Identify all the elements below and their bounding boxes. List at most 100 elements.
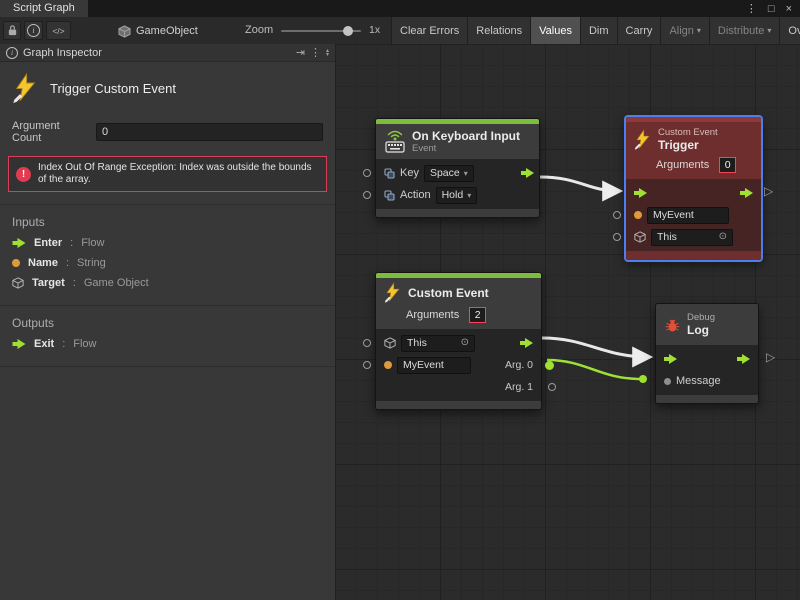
node-header: Custom Event bbox=[376, 278, 541, 304]
graph-canvas[interactable]: On Keyboard Input Event Key Space ▾ bbox=[335, 44, 800, 600]
flow-output-arrow[interactable] bbox=[740, 188, 753, 198]
graph-toolbar: i </> GameObject Zoom 1x Clear Errors Re… bbox=[0, 17, 800, 45]
clear-errors-button[interactable]: Clear Errors bbox=[391, 17, 467, 44]
pane-scroll-icon[interactable]: ▴ ▾ bbox=[326, 49, 329, 57]
arg1-output-port[interactable] bbox=[548, 383, 556, 391]
relations-button[interactable]: Relations bbox=[467, 17, 530, 44]
unit-title: Trigger Custom Event bbox=[50, 81, 176, 96]
chevron-down-icon: ▾ bbox=[697, 26, 701, 35]
custom-event-icon bbox=[384, 282, 402, 303]
node-body: Key Space ▾ Action H bbox=[376, 159, 539, 209]
key-input-port[interactable] bbox=[363, 169, 371, 177]
flow-output-arrow[interactable] bbox=[737, 354, 750, 364]
inspector-toggle-button[interactable]: i bbox=[24, 21, 43, 40]
play-indicator-icon: ▷ bbox=[766, 350, 775, 364]
arg0-output-port[interactable] bbox=[545, 361, 554, 370]
node-debug-log[interactable]: Debug Log Message bbox=[655, 303, 759, 404]
node-header: Custom Event Trigger bbox=[626, 122, 761, 154]
code-view-button[interactable]: </> bbox=[46, 21, 71, 40]
flow-row bbox=[656, 348, 758, 370]
node-subtitle: Event bbox=[412, 143, 520, 154]
message-port-icon bbox=[664, 378, 671, 385]
node-footer bbox=[626, 251, 761, 260]
dim-button[interactable]: Dim bbox=[580, 17, 617, 44]
flow-output-arrow[interactable] bbox=[521, 168, 534, 178]
inputs-section-label: Inputs bbox=[0, 205, 335, 233]
event-name-field[interactable]: MyEvent bbox=[647, 207, 729, 224]
graph-inspector-header-title: Graph Inspector bbox=[23, 47, 102, 59]
flow-output-arrow[interactable] bbox=[520, 338, 533, 348]
action-dropdown[interactable]: Hold ▾ bbox=[436, 187, 478, 204]
event-name-row: MyEvent bbox=[626, 204, 761, 226]
lock-button[interactable] bbox=[3, 21, 21, 40]
target-row: This ⊙ bbox=[626, 226, 761, 248]
maximize-icon[interactable]: □ bbox=[768, 3, 775, 15]
kebab-menu-icon[interactable]: ⋮ bbox=[746, 2, 757, 15]
key-type-icon bbox=[384, 190, 395, 201]
argument-count-label: Argument Count bbox=[12, 120, 92, 144]
port-row-name: Name : String bbox=[0, 253, 335, 273]
window-tab-bar: Script Graph ⋮ □ × bbox=[0, 0, 800, 17]
node-trigger-custom-event[interactable]: Custom Event Trigger Arguments 0 bbox=[625, 116, 762, 261]
name-input-port[interactable] bbox=[613, 211, 621, 219]
target-field[interactable]: This ⊙ bbox=[401, 335, 475, 352]
target-input-port[interactable] bbox=[613, 233, 621, 241]
event-name-row: MyEvent Arg. 0 bbox=[376, 354, 541, 376]
align-button[interactable]: Align▾ bbox=[660, 17, 708, 44]
event-name-field[interactable]: MyEvent bbox=[397, 357, 471, 374]
node-footer bbox=[656, 395, 758, 403]
flow-arrow-icon bbox=[12, 339, 26, 349]
argument-count-row: Argument Count 0 bbox=[0, 116, 335, 154]
info-icon: i bbox=[27, 24, 40, 37]
flow-wire-keyboard-to-trigger bbox=[540, 177, 619, 191]
carry-button[interactable]: Carry bbox=[617, 17, 661, 44]
node-header: Debug Log bbox=[656, 304, 758, 345]
argument-count-badge: 0 bbox=[719, 157, 736, 173]
key-label: Key bbox=[400, 167, 419, 179]
string-port-icon bbox=[384, 361, 392, 369]
error-message: Index Out Of Range Exception: Index was … bbox=[38, 162, 319, 186]
zoom-slider-knob[interactable] bbox=[343, 26, 353, 36]
object-picker-icon[interactable]: ⊙ bbox=[461, 338, 469, 348]
object-picker-icon[interactable]: ⊙ bbox=[719, 232, 727, 242]
dock-icon[interactable]: ⇥ bbox=[296, 46, 305, 59]
argument-count-badge: 2 bbox=[469, 307, 486, 323]
node-on-keyboard-input[interactable]: On Keyboard Input Event Key Space ▾ bbox=[375, 118, 540, 218]
close-icon[interactable]: × bbox=[786, 3, 792, 15]
tab-script-graph[interactable]: Script Graph bbox=[0, 0, 88, 17]
cube-icon bbox=[118, 25, 131, 38]
action-label: Action bbox=[400, 189, 431, 201]
target-field[interactable]: This ⊙ bbox=[651, 229, 733, 246]
overview-button[interactable]: Overv bbox=[779, 17, 800, 44]
arg1-row: Arg. 1 bbox=[376, 376, 541, 398]
values-button[interactable]: Values bbox=[530, 17, 580, 44]
message-row: Message bbox=[656, 370, 758, 392]
panel-menu-icon[interactable]: ⋮ bbox=[310, 46, 321, 59]
value-wire-endpoint bbox=[639, 375, 647, 383]
custom-event-icon bbox=[634, 129, 652, 150]
flow-input-arrow[interactable] bbox=[634, 188, 647, 198]
node-body: This ⊙ MyEvent Arg. 0 bbox=[376, 329, 541, 401]
port-row-enter: Enter : Flow bbox=[0, 233, 335, 253]
key-dropdown[interactable]: Space ▾ bbox=[424, 165, 474, 182]
target-input-port[interactable] bbox=[363, 339, 371, 347]
value-wire-arg0-to-message bbox=[547, 360, 641, 379]
distribute-button[interactable]: Distribute▾ bbox=[709, 17, 779, 44]
string-port-icon bbox=[12, 259, 20, 267]
window-controls: ⋮ □ × bbox=[746, 0, 800, 17]
name-input-port[interactable] bbox=[363, 361, 371, 369]
flow-input-arrow[interactable] bbox=[664, 354, 677, 364]
node-title: Log bbox=[687, 323, 715, 337]
gameobject-selector[interactable]: GameObject bbox=[118, 22, 198, 40]
action-input-port[interactable] bbox=[363, 191, 371, 199]
custom-event-icon bbox=[12, 73, 39, 103]
keyboard-input-icon bbox=[384, 130, 406, 154]
port-row-target: Target : Game Object bbox=[0, 273, 335, 293]
argument-count-field[interactable]: 0 bbox=[96, 123, 323, 141]
zoom-slider[interactable] bbox=[281, 25, 361, 37]
node-footer bbox=[376, 209, 539, 217]
node-title: On Keyboard Input bbox=[412, 129, 520, 143]
flow-arrow-icon bbox=[12, 238, 26, 248]
port-row-exit: Exit : Flow bbox=[0, 334, 335, 354]
node-custom-event[interactable]: Custom Event Arguments 2 This ⊙ bbox=[375, 272, 542, 410]
